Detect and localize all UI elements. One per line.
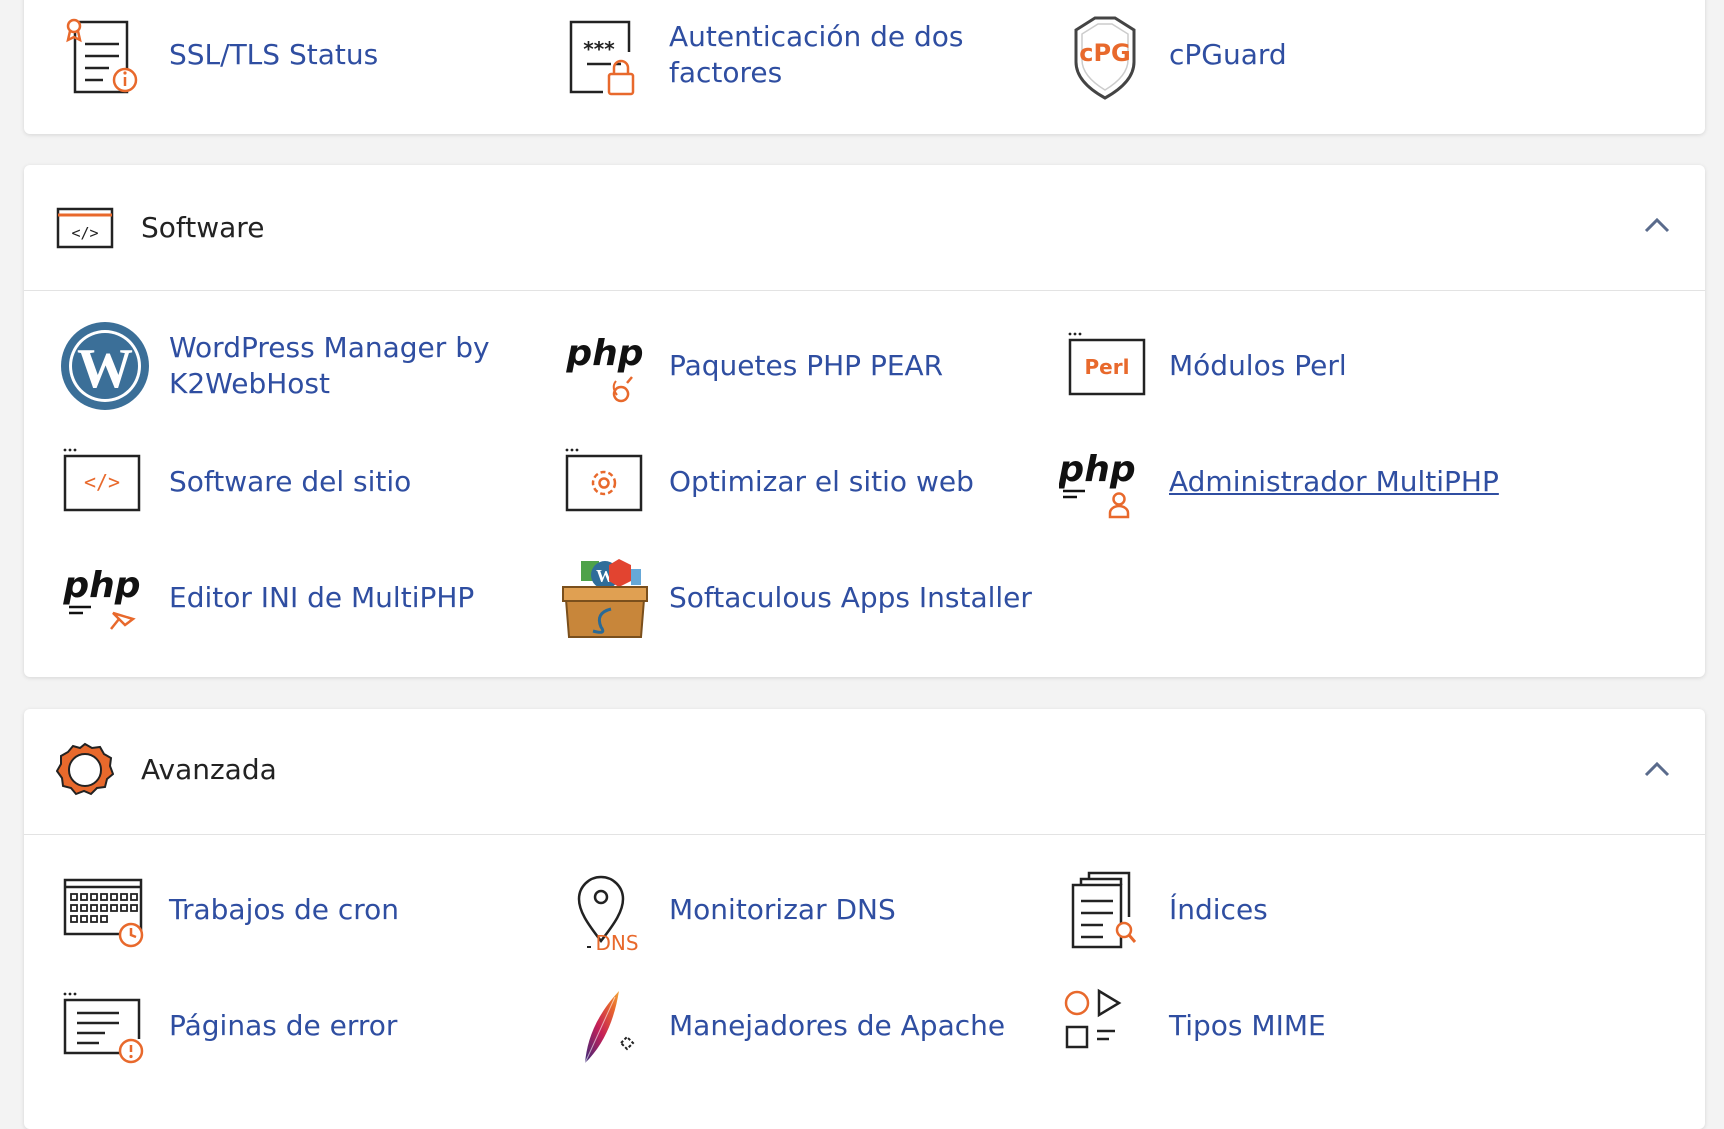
svg-text:</>: </> <box>84 470 120 494</box>
gear-icon <box>56 742 114 796</box>
error-pages-label: Páginas de error <box>169 1009 398 1042</box>
security-panel: SSL/TLS Status *** Autenticación de dos … <box>24 0 1705 134</box>
wordpress-manager-link[interactable]: W WordPress Manager by K2WebHost <box>59 321 539 411</box>
multiphp-manager-link[interactable]: php Administrador MultiPHP <box>1059 437 1539 527</box>
software-header[interactable]: </> Software <box>24 165 1705 291</box>
apache-handlers-link[interactable]: Manejadores de Apache <box>559 981 1039 1071</box>
svg-text:DNS: DNS <box>595 931 638 955</box>
wordpress-icon: W <box>61 322 149 410</box>
advanced-title: Avanzada <box>141 753 277 786</box>
mime-types-link[interactable]: Tipos MIME <box>1059 981 1539 1071</box>
wordpress-manager-label: WordPress Manager by K2WebHost <box>169 331 490 400</box>
mime-types-label: Tipos MIME <box>1169 1009 1326 1042</box>
softaculous-link[interactable]: W Softaculous Apps Installer <box>559 553 1039 643</box>
ssl-tls-status-label: SSL/TLS Status <box>169 38 379 71</box>
ssl-tls-status-link[interactable]: SSL/TLS Status <box>59 10 539 100</box>
site-software-label: Software del sitio <box>169 465 412 498</box>
cpg-text: cPG <box>1079 39 1131 67</box>
svg-text:W: W <box>77 338 133 400</box>
php-pear-icon: php <box>565 333 644 403</box>
two-factor-auth-label: Autenticación de dos factores <box>669 20 964 89</box>
cron-jobs-link[interactable]: Trabajos de cron <box>59 865 539 955</box>
php-ini-editor-icon: php <box>62 565 141 630</box>
site-software-link[interactable]: </> Software del sitio <box>59 437 539 527</box>
apache-feather-icon <box>584 991 635 1064</box>
site-software-icon: </> <box>63 448 141 512</box>
indices-icon <box>1071 871 1137 949</box>
svg-text:Perl: Perl <box>1085 355 1130 379</box>
perl-icon: Perl <box>1068 332 1146 396</box>
svg-text:</>: </> <box>71 224 98 242</box>
cpguard-label: cPGuard <box>1169 38 1287 71</box>
dns-pin-icon: DNS <box>577 875 639 955</box>
dns-monitor-link[interactable]: DNS Monitorizar DNS <box>559 865 1039 955</box>
softaculous-box-icon: W <box>562 559 648 638</box>
perl-modules-link[interactable]: Perl Módulos Perl <box>1059 321 1539 411</box>
ssl-tls-icon <box>66 18 138 94</box>
cron-jobs-label: Trabajos de cron <box>169 893 400 926</box>
svg-text:php: php <box>1059 449 1136 490</box>
software-title: Software <box>141 211 265 244</box>
two-factor-icon: *** <box>569 20 635 96</box>
softaculous-label: Softaculous Apps Installer <box>669 581 1032 614</box>
multiphp-ini-editor-link[interactable]: php Editor INI de MultiPHP <box>59 553 539 643</box>
cron-calendar-icon <box>63 878 144 948</box>
svg-text:php: php <box>565 333 643 374</box>
advanced-panel: Avanzada Trabajos de cron DNS Monitoriza <box>24 709 1705 1129</box>
optimize-gear-icon <box>565 448 643 512</box>
advanced-header[interactable]: Avanzada <box>24 709 1705 835</box>
error-pages-icon <box>63 992 144 1064</box>
optimize-website-link[interactable]: Optimizar el sitio web <box>559 437 1039 527</box>
perl-modules-label: Módulos Perl <box>1169 349 1347 382</box>
php-pear-label: Paquetes PHP PEAR <box>669 349 944 382</box>
cpguard-link[interactable]: cPG cPGuard <box>1059 10 1539 100</box>
indices-label: Índices <box>1169 893 1268 926</box>
php-manager-icon: php <box>1059 449 1136 519</box>
multiphp-manager-label: Administrador MultiPHP <box>1169 465 1499 498</box>
chevron-up-icon[interactable] <box>1643 759 1671 779</box>
software-panel: </> Software W WordPress Manager by K2We… <box>24 165 1705 677</box>
cpguard-shield-icon: cPG <box>1074 16 1136 100</box>
dns-monitor-label: Monitorizar DNS <box>669 893 896 926</box>
svg-text:***: *** <box>583 37 615 61</box>
php-pear-link[interactable]: php Paquetes PHP PEAR <box>559 321 1039 411</box>
apache-handlers-label: Manejadores de Apache <box>669 1009 1006 1042</box>
optimize-website-label: Optimizar el sitio web <box>669 465 974 498</box>
indices-link[interactable]: Índices <box>1059 865 1539 955</box>
chevron-up-icon[interactable] <box>1643 215 1671 235</box>
svg-text:php: php <box>62 565 140 606</box>
mime-types-icon <box>1064 988 1122 1049</box>
code-window-icon: </> <box>56 207 114 249</box>
error-pages-link[interactable]: Páginas de error <box>59 981 539 1071</box>
multiphp-ini-editor-label: Editor INI de MultiPHP <box>169 581 475 614</box>
two-factor-auth-link[interactable]: *** Autenticación de dos factores <box>559 10 1039 100</box>
